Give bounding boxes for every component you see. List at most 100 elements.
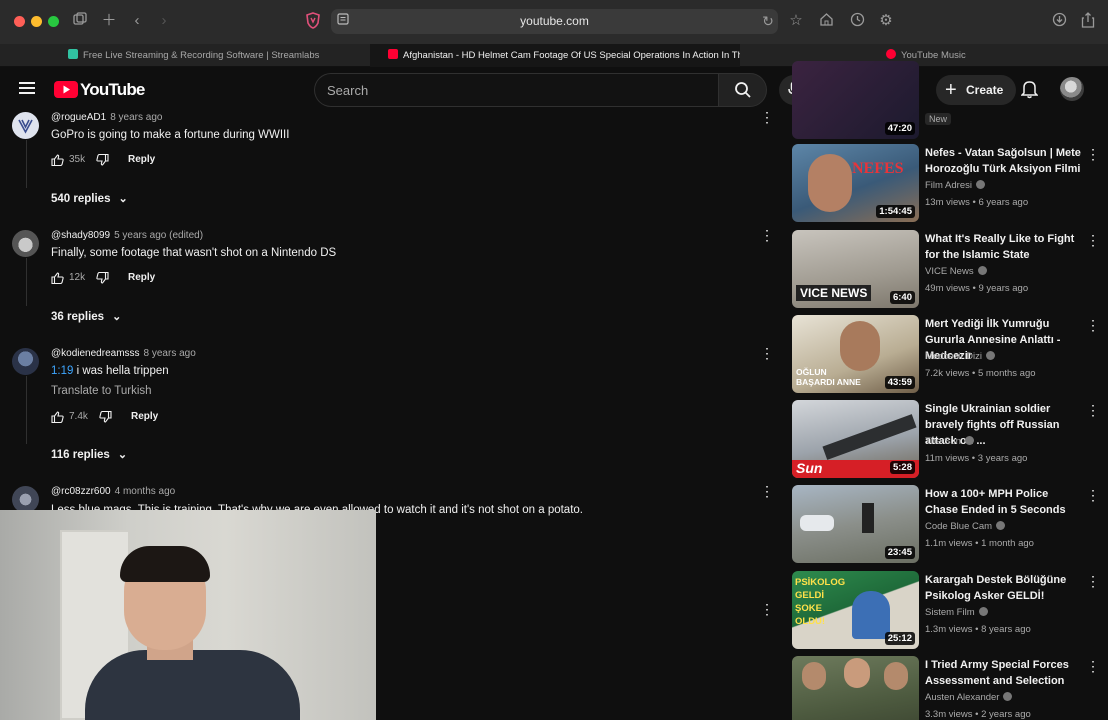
notifications-bell-icon[interactable] [1020, 79, 1039, 104]
channel-name[interactable]: Medcezir Dizi [925, 351, 982, 362]
comment-author[interactable]: @kodienedreamsss 8 years ago [51, 348, 196, 359]
video-menu-icon[interactable]: ⋮ [1086, 487, 1100, 504]
comment-age[interactable]: 8 years ago [110, 112, 162, 123]
recommended-video[interactable]: I Tried Army Special Forces Assessment a… [792, 656, 1108, 720]
video-thumbnail[interactable]: NEFES 1:54:45 [792, 144, 919, 222]
video-channel[interactable]: Code Blue Cam [925, 521, 1006, 532]
video-menu-icon[interactable]: ⋮ [1086, 232, 1100, 249]
comment-avatar[interactable] [12, 348, 39, 375]
video-channel[interactable]: Medcezir Dizi [925, 351, 996, 362]
close-window-button[interactable] [14, 16, 25, 27]
video-menu-icon[interactable]: ⋮ [1086, 658, 1100, 675]
comment-avatar[interactable] [12, 486, 39, 513]
reply-button[interactable]: Reply [128, 154, 155, 165]
tab-youtube-video[interactable]: Afghanistan - HD Helmet Cam Footage Of U… [370, 44, 740, 67]
history-icon[interactable] [848, 12, 866, 30]
downloads-icon[interactable] [1050, 12, 1068, 30]
recommended-video[interactable]: PSİKOLOG GELDİ ŞOKE OLDU! 25:12 Karargah… [792, 571, 1108, 651]
video-channel[interactable]: VICE News [925, 266, 987, 277]
comment-age[interactable]: 8 years ago [144, 348, 196, 359]
like-icon[interactable] [51, 154, 64, 169]
shield-icon[interactable] [304, 12, 322, 30]
video-menu-icon[interactable]: ⋮ [1086, 317, 1100, 334]
create-button[interactable]: + Create [936, 75, 1016, 105]
video-channel[interactable]: Sistem Film [925, 607, 988, 618]
channel-name[interactable]: Sistem Film [925, 607, 975, 618]
video-thumbnail[interactable]: 47:20 [792, 61, 919, 139]
recommended-video[interactable]: NEFES 1:54:45 Nefes - Vatan Sağolsun | M… [792, 144, 1108, 224]
dislike-icon[interactable] [96, 271, 109, 287]
forward-icon[interactable]: › [155, 12, 173, 30]
comment-avatar[interactable] [12, 112, 39, 139]
channel-name[interactable]: Code Blue Cam [925, 521, 992, 532]
recommended-video-partial[interactable]: 47:20 New [792, 61, 1108, 139]
channel-name[interactable]: Austen Alexander [925, 692, 999, 703]
back-icon[interactable]: ‹ [128, 12, 146, 30]
recommended-video[interactable]: Sun 5:28 Single Ukrainian soldier bravel… [792, 400, 1108, 480]
recommended-video[interactable]: OĞLUN BAŞARDI ANNE 43:59 Mert Yediği İlk… [792, 315, 1108, 395]
comment-menu-icon[interactable]: ⋮ [760, 484, 774, 498]
home-icon[interactable] [817, 12, 835, 30]
like-icon[interactable] [51, 411, 64, 426]
channel-name[interactable]: Film Adresi [925, 180, 972, 191]
comment-age[interactable]: 4 months ago [115, 486, 176, 497]
account-avatar[interactable] [1060, 77, 1084, 101]
video-title[interactable]: Nefes - Vatan Sağolsun | Mete Horozoğlu … [925, 145, 1083, 177]
new-tab-icon[interactable]: ＋ [100, 12, 118, 30]
recommended-video[interactable]: 23:45 How a 100+ MPH Police Chase Ended … [792, 485, 1108, 565]
author-handle[interactable]: @rogueAD1 [51, 112, 106, 123]
dislike-icon[interactable] [96, 153, 109, 169]
recommended-video[interactable]: VICE NEWS 6:40 What It's Really Like to … [792, 230, 1108, 310]
settings-gear-icon[interactable]: ⚙ [877, 12, 895, 30]
dislike-icon[interactable] [99, 410, 112, 426]
tab-streamlabs[interactable]: Free Live Streaming & Recording Software… [68, 44, 368, 67]
menu-icon[interactable] [19, 81, 35, 100]
video-menu-icon[interactable]: ⋮ [1086, 573, 1100, 590]
author-handle[interactable]: @kodienedreamsss [51, 348, 140, 359]
video-thumbnail[interactable]: 23:45 [792, 485, 919, 563]
channel-name[interactable]: The Sun [925, 436, 961, 447]
search-button[interactable] [718, 73, 767, 107]
video-menu-icon[interactable]: ⋮ [1086, 402, 1100, 419]
timestamp-link[interactable]: 1:19 [51, 365, 73, 377]
view-replies-button[interactable]: 36 replies ⌄ [51, 310, 121, 323]
address-bar[interactable]: youtube.com ↻ [331, 9, 778, 34]
view-replies-button[interactable]: 540 replies ⌄ [51, 192, 128, 205]
comment-age[interactable]: 5 years ago (edited) [114, 230, 203, 241]
video-channel[interactable]: The Sun [925, 436, 974, 447]
video-thumbnail[interactable] [792, 656, 919, 720]
bookmark-star-icon[interactable]: ☆ [787, 12, 805, 30]
minimize-window-button[interactable] [31, 16, 42, 27]
comment-avatar[interactable] [12, 230, 39, 257]
reload-icon[interactable]: ↻ [759, 12, 777, 30]
comment-author[interactable]: @shady8099 5 years ago (edited) [51, 230, 203, 241]
author-handle[interactable]: @rc08zzr600 [51, 486, 111, 497]
maximize-window-button[interactable] [48, 16, 59, 27]
video-title[interactable]: Karargah Destek Bölüğüne Psikolog Asker … [925, 572, 1083, 604]
video-menu-icon[interactable]: ⋮ [1086, 146, 1100, 163]
like-icon[interactable] [51, 272, 64, 287]
video-channel[interactable]: Austen Alexander [925, 692, 1013, 703]
view-replies-button[interactable]: 116 replies ⌄ [51, 448, 127, 461]
reply-button[interactable]: Reply [131, 411, 158, 422]
video-thumbnail[interactable]: OĞLUN BAŞARDI ANNE 43:59 [792, 315, 919, 393]
video-channel[interactable]: Film Adresi [925, 180, 985, 191]
comment-menu-icon[interactable]: ⋮ [760, 110, 774, 124]
comment-menu-icon[interactable]: ⋮ [760, 346, 774, 360]
video-thumbnail[interactable]: VICE NEWS 6:40 [792, 230, 919, 308]
video-thumbnail[interactable]: Sun 5:28 [792, 400, 919, 478]
channel-name[interactable]: VICE News [925, 266, 974, 277]
video-title[interactable]: How a 100+ MPH Police Chase Ended in 5 S… [925, 486, 1083, 518]
search-input[interactable]: Search [314, 73, 719, 107]
comment-author[interactable]: @rogueAD1 8 years ago [51, 112, 162, 123]
video-title[interactable]: I Tried Army Special Forces Assessment a… [925, 657, 1083, 689]
reply-button[interactable]: Reply [128, 272, 155, 283]
translate-link[interactable]: Translate to Turkish [51, 385, 152, 397]
author-handle[interactable]: @shady8099 [51, 230, 110, 241]
video-thumbnail[interactable]: PSİKOLOG GELDİ ŞOKE OLDU! 25:12 [792, 571, 919, 649]
comment-menu-icon[interactable]: ⋮ [760, 228, 774, 242]
video-title[interactable]: What It's Really Like to Fight for the I… [925, 231, 1083, 263]
comment-menu-icon[interactable]: ⋮ [760, 602, 774, 616]
tab-overview-icon[interactable] [71, 12, 89, 30]
comment-author[interactable]: @rc08zzr600 4 months ago [51, 486, 175, 497]
